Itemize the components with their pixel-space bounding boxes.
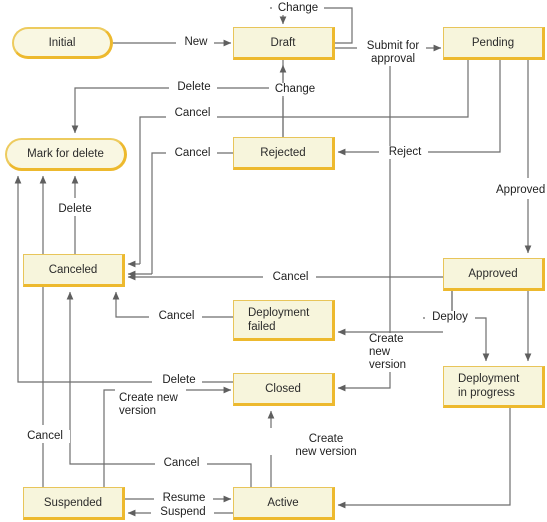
node-canceled-label: Canceled bbox=[48, 263, 98, 276]
node-suspended[interactable]: Suspended bbox=[23, 487, 125, 520]
node-canceled[interactable]: Canceled bbox=[23, 254, 125, 287]
node-deployment-failed-label: Deployment failed bbox=[248, 306, 310, 333]
edge-pending-cancel-b bbox=[139, 116, 166, 264]
edge-label-delete-draft: Delete bbox=[171, 81, 217, 94]
edge-active-cancel-a bbox=[204, 463, 252, 487]
node-rejected[interactable]: Rejected bbox=[233, 137, 335, 170]
edge-label-change-rejected: Change bbox=[269, 83, 321, 96]
node-initial-label: Initial bbox=[48, 36, 76, 49]
edge-label-approved: Approved bbox=[494, 184, 547, 197]
edge-label-suspend: Suspend bbox=[152, 506, 214, 519]
node-draft-label: Draft bbox=[270, 36, 296, 49]
node-active-label: Active bbox=[267, 496, 299, 509]
edge-label-create-new-version-active: Create new version bbox=[287, 433, 365, 459]
edge-label-resume: Resume bbox=[155, 492, 213, 505]
edge-label-reject: Reject bbox=[382, 146, 428, 159]
edge-label-delete-closed: Delete bbox=[156, 374, 202, 387]
edge-label-cancel-deployment-failed: Cancel bbox=[151, 310, 202, 323]
edge-depfail-cancel-b bbox=[112, 291, 149, 318]
edge-pending-reject-a bbox=[425, 60, 501, 153]
edge-active-cancel-b bbox=[66, 291, 155, 465]
edge-label-new: New bbox=[178, 36, 214, 49]
edge-rejected-change-c bbox=[249, 64, 270, 130]
edge-label-create-new-version-closed: Create new version bbox=[117, 392, 191, 418]
edge-draft-delete-b bbox=[71, 87, 169, 134]
edge-label-cancel-rejected: Cancel bbox=[168, 147, 217, 160]
node-closed[interactable]: Closed bbox=[233, 373, 335, 406]
node-approved-label: Approved bbox=[468, 267, 518, 280]
node-deployment-in-progress[interactable]: Deployment in progress bbox=[443, 366, 545, 408]
edge-label-delete-canceled: Delete bbox=[52, 203, 98, 216]
edge-noop2 bbox=[249, 66, 251, 115]
edge-label-cancel-pending: Cancel bbox=[168, 107, 217, 120]
node-mark-for-delete-label: Mark for delete bbox=[27, 148, 104, 160]
node-approved[interactable]: Approved bbox=[443, 258, 545, 291]
node-draft[interactable]: Draft bbox=[233, 27, 335, 60]
edge-label-cancel-active: Cancel bbox=[156, 457, 207, 470]
node-rejected-label: Rejected bbox=[260, 146, 306, 159]
node-closed-label: Closed bbox=[265, 382, 301, 395]
node-suspended-label: Suspended bbox=[43, 496, 103, 509]
node-deployment-in-progress-label: Deployment in progress bbox=[458, 373, 520, 399]
edge-label-deploy: Deploy bbox=[425, 311, 475, 324]
edge-approved-deploy-c bbox=[470, 317, 490, 362]
node-active[interactable]: Active bbox=[233, 487, 335, 520]
node-deployment-failed[interactable]: Deployment failed bbox=[233, 300, 335, 341]
node-pending[interactable]: Pending bbox=[443, 27, 545, 60]
edge-label-create-new-version-depfail: Create new version bbox=[367, 333, 415, 372]
edge-label-cancel-approved: Cancel bbox=[265, 271, 316, 284]
edge-label-submit-for-approval: Submit for approval bbox=[360, 40, 426, 66]
node-mark-for-delete[interactable]: Mark for delete bbox=[5, 138, 127, 171]
edge-rejected-cancel-b bbox=[151, 152, 166, 274]
node-initial[interactable]: Initial bbox=[12, 27, 113, 59]
edge-label-change-self: Change bbox=[272, 2, 324, 15]
edge-suspended-createnew-b bbox=[103, 389, 115, 487]
edge-label-cancel-suspended: Cancel bbox=[20, 430, 70, 443]
state-diagram: Initial Draft Pending Mark for delete Re… bbox=[0, 0, 547, 522]
node-pending-label: Pending bbox=[471, 36, 515, 49]
